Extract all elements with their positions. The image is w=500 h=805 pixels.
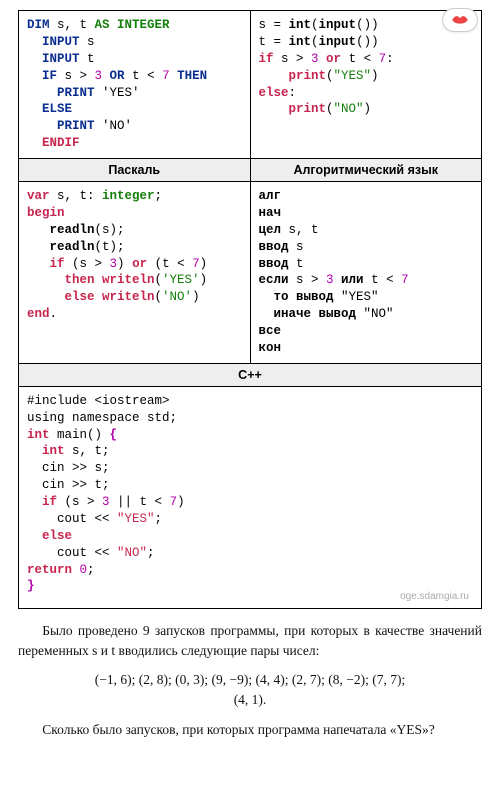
python-code: s = int(input()) t = int(input()) if s >… [259,17,474,118]
bookmark-button[interactable] [442,8,478,32]
python-cell: s = int(input()) t = int(input()) if s >… [250,11,482,159]
cpp-code: #include <iostream> using namespace std;… [27,393,473,596]
problem-text: Было проведено 9 запусков программы, при… [18,621,482,739]
algo-header: Алгоритмический язык [250,159,482,182]
pascal-cell: var s, t: integer; begin readln(s); read… [19,182,251,364]
paragraph-1: Было проведено 9 запусков программы, при… [18,621,482,660]
watermark: oge.sdamgia.ru [27,591,473,602]
pairs-block: (−1, 6); (2, 8); (0, 3); (9, −9); (4, 4)… [18,670,482,709]
basic-cell: DIM s, t AS INTEGER INPUT s INPUT t IF s… [19,11,251,159]
algo-code: алг нач цел s, t ввод s ввод t если s > … [259,188,474,357]
document-page: DIM s, t AS INTEGER INPUT s INPUT t IF s… [0,0,500,805]
pascal-code: var s, t: integer; begin readln(s); read… [27,188,242,323]
basic-code: DIM s, t AS INTEGER INPUT s INPUT t IF s… [27,17,242,152]
lips-icon [451,13,469,27]
algo-cell: алг нач цел s, t ввод s ввод t если s > … [250,182,482,364]
paragraph-2: Сколько было запусков, при которых прогр… [18,720,482,740]
cpp-header: С++ [19,363,482,386]
cpp-cell: #include <iostream> using namespace std;… [19,386,482,609]
para1-text: Было проведено 9 запусков программы, при… [18,623,482,658]
pascal-header: Паскаль [19,159,251,182]
pairs-line1: (−1, 6); (2, 8); (0, 3); (9, −9); (4, 4)… [95,672,405,687]
para2-text: Сколько было запусков, при которых прогр… [42,722,434,737]
pairs-line2: (4, 1). [234,692,267,707]
code-table: DIM s, t AS INTEGER INPUT s INPUT t IF s… [18,10,482,609]
